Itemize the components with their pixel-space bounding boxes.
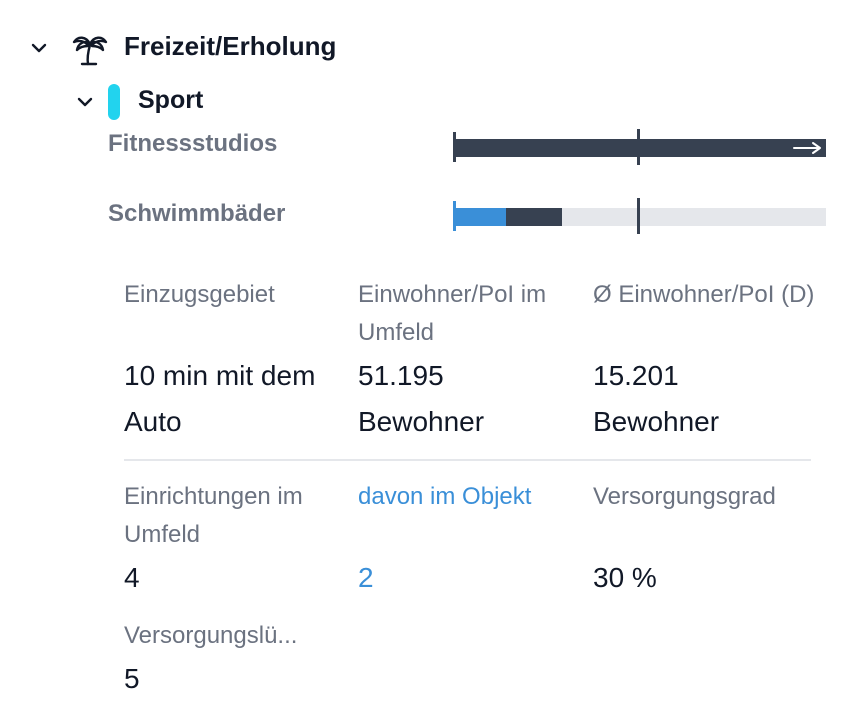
einzugsgebiet-value: 10 min mit dem Auto bbox=[124, 360, 316, 437]
einrichtungen-value: 4 bbox=[124, 562, 140, 593]
group-title: Freizeit/Erholung bbox=[124, 31, 337, 61]
category-color-pill bbox=[108, 84, 120, 120]
davon-im-objekt-value[interactable]: 2 bbox=[358, 555, 374, 601]
avg-einwohner-label: Ø Einwohner/PoI (D) bbox=[593, 281, 815, 308]
average-marker bbox=[637, 129, 640, 165]
average-marker bbox=[637, 198, 640, 234]
versorgungsgrad-value: 30 % bbox=[593, 562, 657, 593]
bar-fitnessstudios[interactable] bbox=[454, 139, 826, 157]
subgroup-title: Sport bbox=[138, 86, 204, 114]
details-divider bbox=[124, 459, 811, 461]
einzugsgebiet-label: Einzugsgebiet bbox=[124, 281, 275, 308]
palm-tree-icon bbox=[70, 30, 110, 66]
bar-segment-dark bbox=[506, 208, 562, 226]
bar-start-tick bbox=[453, 201, 456, 231]
versorgungsgrad-label: Versorgungsgrad bbox=[593, 483, 776, 510]
einrichtungen-label: Einrichtungen im Umfeld bbox=[124, 483, 303, 548]
einwohner-value: 51.195 Bewohner bbox=[358, 360, 485, 437]
bar-start-tick bbox=[453, 132, 456, 162]
versorgungsluecke-label: Versorgungslü... bbox=[124, 622, 298, 649]
einwohner-label: Einwohner/PoI im Umfeld bbox=[358, 281, 547, 346]
collapse-group-chevron[interactable] bbox=[28, 37, 50, 59]
davon-im-objekt-label[interactable]: davon im Objekt bbox=[358, 478, 583, 516]
chevron-down-icon bbox=[77, 97, 93, 107]
chevron-down-icon bbox=[31, 43, 47, 53]
row-label-schwimmbaeder[interactable]: Schwimmbäder bbox=[108, 200, 285, 228]
collapse-subgroup-chevron[interactable] bbox=[74, 91, 96, 113]
bar-segment-blue bbox=[454, 208, 507, 226]
versorgungsluecke-value: 5 bbox=[124, 663, 140, 694]
bar-segment-dark bbox=[454, 139, 826, 157]
avg-einwohner-value: 15.201 Bewohner bbox=[593, 360, 720, 437]
row-label-fitnessstudios[interactable]: Fitnessstudios bbox=[108, 130, 277, 158]
bar-schwimmbaeder[interactable] bbox=[454, 208, 826, 226]
arrow-right-icon bbox=[793, 142, 821, 154]
